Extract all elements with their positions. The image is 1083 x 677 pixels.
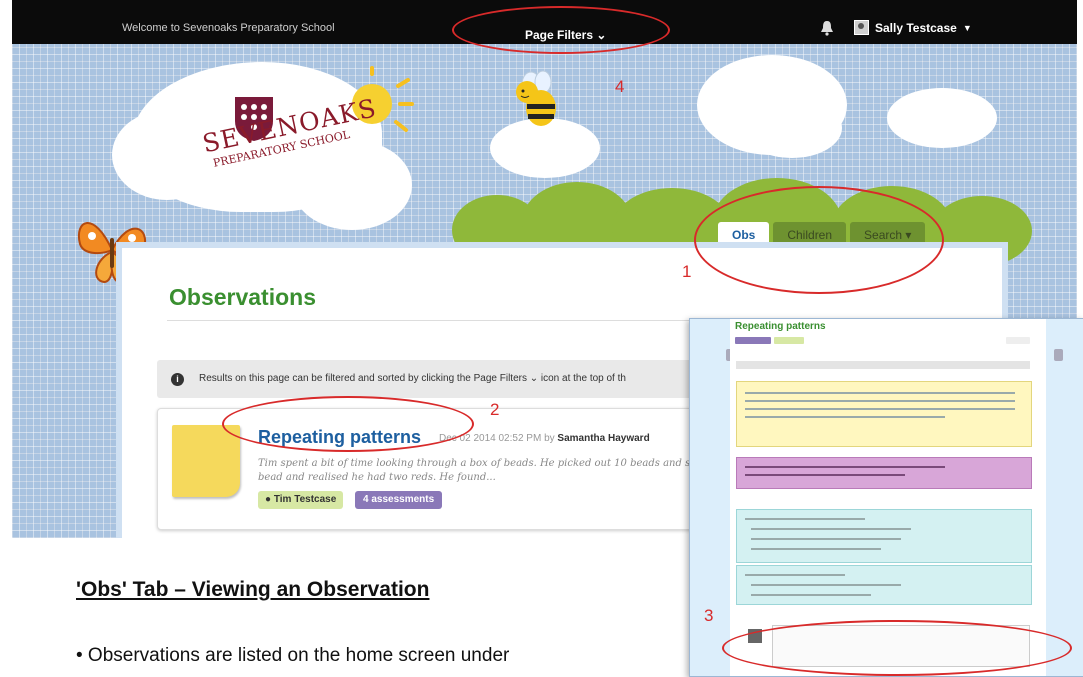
annotation-number: 2 — [490, 400, 500, 419]
annotation-ring-title — [222, 396, 474, 452]
assessments-box — [736, 457, 1032, 489]
next-arrow[interactable] — [1054, 349, 1063, 361]
sticky-note-icon — [172, 425, 240, 497]
annotation-number: 1 — [682, 262, 692, 281]
info-text: Results on this page can be filtered and… — [199, 373, 626, 384]
notes-box — [736, 381, 1032, 447]
bullet-text: • Observations are listed on the home sc… — [76, 645, 510, 666]
info-icon: i — [171, 373, 184, 386]
annotation-number: 4 — [615, 77, 625, 96]
mini-tag — [1006, 337, 1030, 344]
bell-icon[interactable] — [820, 20, 834, 36]
section-title: 'Obs' Tab – Viewing an Observation — [76, 578, 430, 601]
annotation-ring-tabs — [694, 186, 944, 294]
user-name: Sally Testcase — [875, 20, 957, 35]
bee-icon — [516, 70, 556, 126]
speech-bubble-icon: ● — [265, 494, 272, 505]
characteristics-box — [736, 565, 1032, 605]
welcome-text: Welcome to Sevenoaks Preparatory School — [122, 22, 335, 34]
cloud-decoration — [742, 98, 842, 158]
characteristics-box — [736, 509, 1032, 563]
mini-tag — [735, 337, 771, 344]
observation-author: Samantha Hayward — [557, 433, 650, 444]
annotation-number: 3 — [704, 606, 714, 625]
page-title: Observations — [169, 284, 316, 310]
observation-meta: Dec 02 2014 02:52 PM by Samantha Hayward — [439, 433, 650, 444]
annotation-ring-comment — [722, 620, 1072, 676]
chevron-down-icon: ▼ — [962, 22, 972, 33]
detail-bar — [736, 361, 1030, 369]
detail-title: Repeating patterns — [735, 321, 826, 332]
avatar — [854, 20, 869, 35]
child-tag[interactable]: ● Tim Testcase — [258, 491, 344, 509]
cloud-decoration — [887, 88, 997, 148]
assessments-tag[interactable]: 4 assessments — [355, 491, 443, 509]
user-menu[interactable]: Sally Testcase ▼ — [854, 20, 972, 35]
cloud-decoration — [292, 140, 412, 230]
mini-tag — [774, 337, 804, 344]
child-tag-label: Tim Testcase — [273, 494, 337, 505]
annotation-ring-page-filters — [452, 6, 670, 54]
